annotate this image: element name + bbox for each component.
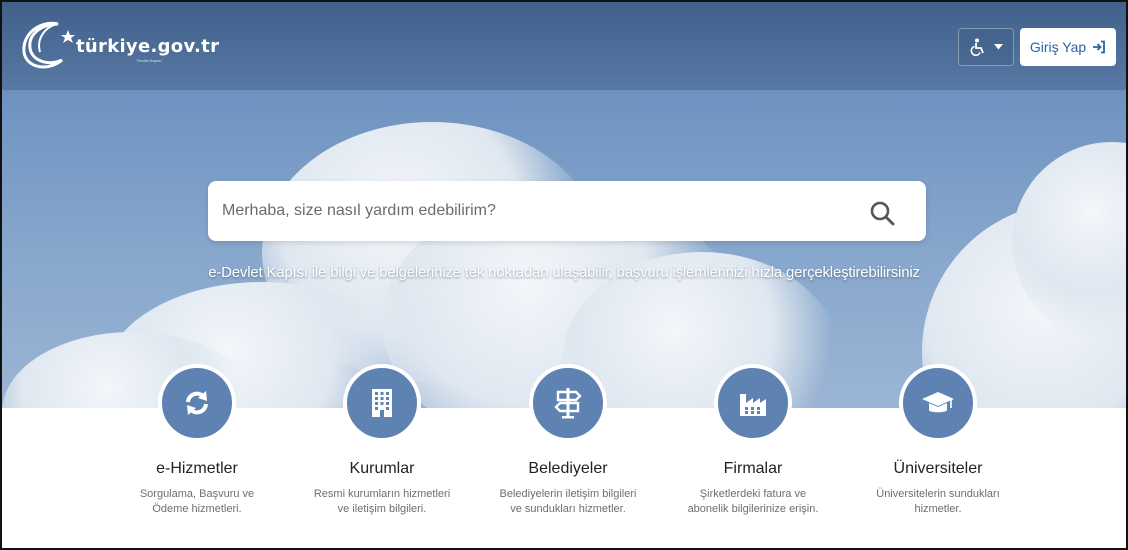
category-title: e-Hizmetler xyxy=(156,460,238,477)
caret-down-icon xyxy=(993,44,1003,50)
login-button[interactable]: Giriş Yap xyxy=(1020,28,1116,66)
category-icon-circle xyxy=(158,364,236,442)
category-title: Firmalar xyxy=(723,460,783,477)
signpost-icon xyxy=(554,388,582,419)
factory-icon xyxy=(740,394,766,416)
category-description: Belediyelerin iletişim bilgileri ve sund… xyxy=(499,488,637,515)
hero-section: türkiye.gov.tr "Devlet Kapısı" Giriş Yap xyxy=(2,2,1126,408)
brand-subtitle: "Devlet Kapısı" xyxy=(136,58,163,63)
category-title: Belediyeler xyxy=(528,460,608,477)
search-bar xyxy=(208,181,926,241)
hero-tagline: e-Devlet Kapısı ile bilgi ve belgelerini… xyxy=(208,264,920,281)
category-description: Resmi kurumların hizmetleri ve iletişim … xyxy=(313,488,451,515)
page-frame: türkiye.gov.tr "Devlet Kapısı" Giriş Yap xyxy=(0,0,1128,550)
category-e-hizmetler[interactable]: e-Hizmetler Sorgulama, Başvuru ve Ödeme … xyxy=(97,364,297,517)
category-icon-circle xyxy=(714,364,792,442)
crescent-star-logo-icon xyxy=(22,21,75,69)
search-icon[interactable] xyxy=(868,199,896,227)
category-description: Şirketlerdeki fatura ve abonelik bilgile… xyxy=(687,488,819,515)
category-kurumlar[interactable]: Kurumlar Resmi kurumların hizmetleri ve … xyxy=(282,364,482,517)
category-description: Üniversitelerin sundukları hizmetler. xyxy=(876,488,1000,515)
graduation-cap-icon xyxy=(922,392,954,413)
category-universiteler[interactable]: Üniversiteler Üniversitelerin sundukları… xyxy=(838,364,1038,517)
refresh-icon xyxy=(186,391,208,415)
accessibility-dropdown-button[interactable] xyxy=(958,28,1014,66)
building-icon xyxy=(372,389,392,417)
wheelchair-icon xyxy=(970,38,984,56)
category-firmalar[interactable]: Firmalar Şirketlerdeki fatura ve aboneli… xyxy=(653,364,853,517)
sign-in-icon xyxy=(1093,40,1106,54)
brand-name: türkiye.gov.tr xyxy=(76,36,220,57)
category-icon-circle xyxy=(343,364,421,442)
site-logo[interactable]: türkiye.gov.tr "Devlet Kapısı" xyxy=(18,16,219,72)
category-belediyeler[interactable]: Belediyeler Belediyelerin iletişim bilgi… xyxy=(468,364,668,517)
category-title: Üniversiteler xyxy=(893,460,983,477)
category-description: Sorgulama, Başvuru ve Ödeme hizmetleri. xyxy=(139,488,255,515)
search-input[interactable] xyxy=(222,181,842,241)
category-icon-circle xyxy=(899,364,977,442)
login-button-label: Giriş Yap xyxy=(1029,39,1087,55)
category-title: Kurumlar xyxy=(349,460,415,477)
category-icon-circle xyxy=(529,364,607,442)
